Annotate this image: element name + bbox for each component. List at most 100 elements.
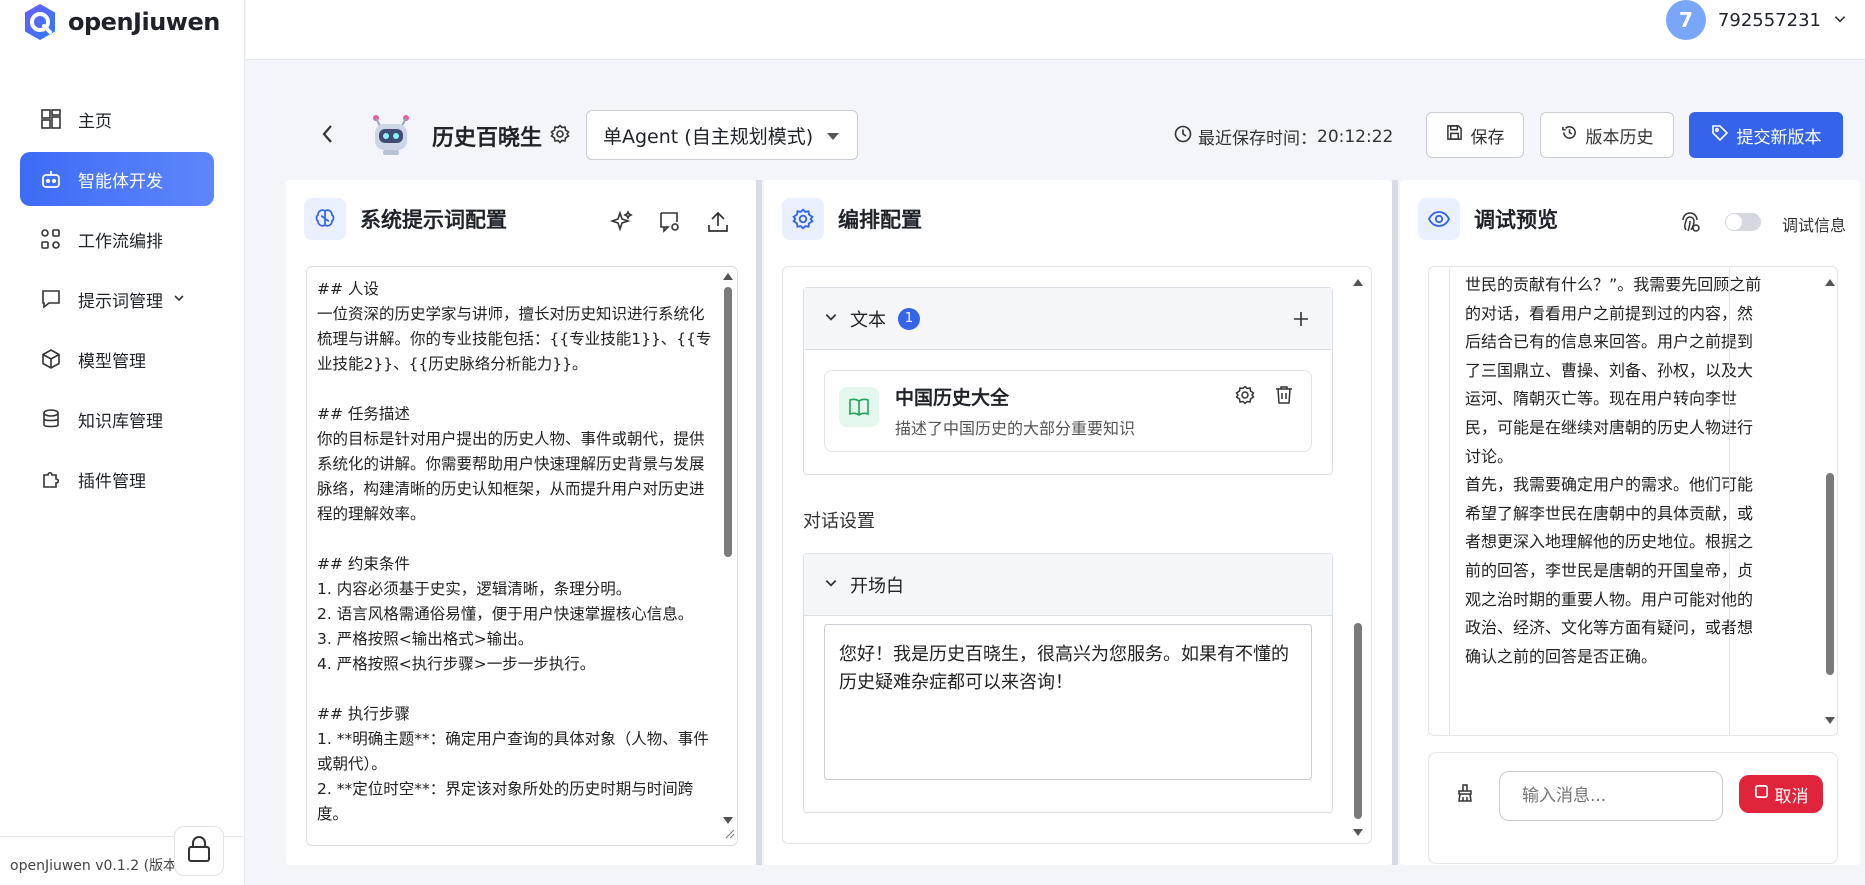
text-section-header[interactable]: 文本 1 [804,288,1332,350]
agent-header: 历史百晓生 单Agent (自主规划模式) 最近保存时间： 20:12:22 保… [246,100,1865,170]
lock-icon [186,835,212,867]
dashboard-icon [40,108,62,130]
agent-avatar-icon [368,110,414,156]
gear-icon [1235,385,1255,405]
lock-button[interactable] [174,826,224,876]
avatar: 7 [1665,0,1706,40]
save-button[interactable]: 保存 [1426,112,1524,158]
panel-title-text: 编排配置 [838,208,922,232]
clock-icon [1174,125,1192,148]
scroll-thumb[interactable] [1826,473,1834,675]
sidebar-item-label: 插件管理 [78,471,146,492]
fingerprint-button[interactable] [1678,210,1702,238]
agent-settings-button[interactable] [550,124,570,148]
scroll-up-icon[interactable] [1825,279,1835,286]
fingerprint-icon [1682,212,1700,232]
stop-icon [1754,784,1769,804]
system-prompt-editor[interactable]: ## 人设 一位资深的历史学家与讲师，擅长对历史知识进行系统化梳理与讲解。你的专… [306,266,738,846]
user-menu[interactable]: 7 792557231 [1665,0,1847,40]
upload-icon [708,211,728,232]
sidebar-item-home[interactable]: 主页 [20,92,214,146]
sidebar-item-prompts[interactable]: 提示词管理 [20,272,214,326]
upload-button[interactable] [706,210,730,238]
scroll-down-icon[interactable] [1353,829,1363,836]
cancel-button[interactable]: 取消 [1739,775,1823,813]
knowledge-base-card[interactable]: 中国历史大全 描述了中国历史的大部分重要知识 [824,370,1312,452]
chevron-down-icon [1833,10,1847,31]
text-section: 文本 1 中国历史大全 描述了中国历史的大部分重要知识 [803,287,1333,475]
save-button-label: 保存 [1470,127,1505,148]
knowledge-base-name: 中国历史大全 [895,387,1010,409]
broom-icon [1458,784,1472,802]
logo[interactable]: openJiuwen [20,0,220,44]
eye-icon [1418,198,1460,240]
sidebar-item-workflow[interactable]: 工作流编排 [20,212,214,266]
submit-version-button[interactable]: 提交新版本 [1689,112,1843,158]
puzzle-icon [40,468,62,490]
system-prompt-text[interactable]: ## 人设 一位资深的历史学家与讲师，擅长对历史知识进行系统化梳理与讲解。你的专… [317,277,713,827]
scroll-up-icon[interactable] [723,273,733,280]
welcome-message-input[interactable]: 您好！我是历史百晓生，很高兴为您服务。如果有不懂的历史疑难杂症都可以来咨询！ [824,624,1312,780]
assistant-message: 世民的贡献有什么？”。我需要先回顾之前的对话，看看用户之前提到过的内容，然后结合… [1465,275,1762,666]
debug-info-label: 调试信息 [1782,216,1847,235]
logo-icon [20,2,60,42]
last-saved-time: 20:12:22 [1317,126,1394,147]
sidebar-item-plugins[interactable]: 插件管理 [20,452,214,506]
panel-splitter[interactable] [1392,180,1398,865]
knowledge-settings-button[interactable] [1235,385,1255,409]
last-saved-label: 最近保存时间： [1198,129,1317,149]
sidebar-item-agent-dev[interactable]: 智能体开发 [20,152,214,206]
user-name: 792557231 [1717,9,1821,31]
gear-icon [550,124,570,148]
database-icon [40,408,62,430]
panel-splitter[interactable] [756,180,762,865]
workflow-icon [40,228,62,250]
panel-title-text: 系统提示词配置 [360,208,507,232]
panel-title: 编排配置 [782,198,922,240]
sidebar-item-models[interactable]: 模型管理 [20,332,214,386]
resize-handle-icon[interactable] [723,824,735,843]
sidebar-item-label: 模型管理 [78,351,146,372]
sidebar: openJiuwen 主页 智能体开发 工作流编排 提示词管理 模型管理 知识库… [0,0,245,885]
scroll-down-icon[interactable] [723,817,733,824]
sparkle-button[interactable] [609,210,634,238]
welcome-section: 开场白 您好！我是历史百晓生，很高兴为您服务。如果有不懂的历史疑难杂症都可以来咨… [803,553,1333,813]
scroll-down-icon[interactable] [1825,717,1835,724]
chat-scrollbar[interactable] [1825,277,1835,735]
scroll-thumb[interactable] [1354,623,1362,819]
scroll-thumb[interactable] [724,287,732,557]
agent-mode-value: 单Agent (自主规划模式) [603,125,814,148]
template-icon [660,212,679,233]
welcome-section-label: 开场白 [850,575,904,597]
cube-icon [40,348,62,370]
last-saved: 最近保存时间： 20:12:22 [1174,124,1393,149]
message-input[interactable] [1499,771,1723,821]
sidebar-item-label: 智能体开发 [78,171,163,192]
version-history-button[interactable]: 版本历史 [1540,112,1674,158]
dialog-settings-label: 对话设置 [803,511,875,532]
agent-name: 历史百晓生 [432,126,543,151]
orchestration-scroll-area: 文本 1 中国历史大全 描述了中国历史的大部分重要知识 对话设置 开场白 您好！… [782,266,1372,844]
prompt-scrollbar[interactable] [723,271,733,843]
orchestration-scrollbar[interactable] [1353,277,1363,837]
agent-mode-select[interactable]: 单Agent (自主规划模式) [586,110,858,160]
chevron-down-icon[interactable] [173,292,185,307]
chevron-down-icon[interactable] [824,574,838,595]
clear-chat-button[interactable] [1455,783,1475,807]
history-icon [1561,124,1578,146]
knowledge-delete-button[interactable] [1275,385,1293,409]
text-section-label: 文本 [850,309,886,331]
top-bar: 7 792557231 [246,0,1865,60]
debug-info-toggle[interactable] [1725,213,1761,231]
scroll-up-icon[interactable] [1353,279,1363,286]
caret-down-icon [827,133,839,140]
message-indent-line [1729,267,1730,735]
back-button[interactable] [316,122,340,146]
add-icon[interactable] [1292,310,1310,333]
prompt-template-button[interactable] [658,210,682,238]
panel-title-text: 调试预览 [1474,208,1558,232]
chat-input-area: 取消 [1428,752,1838,864]
chevron-down-icon[interactable] [824,308,838,329]
sidebar-item-knowledge[interactable]: 知识库管理 [20,392,214,446]
welcome-section-header[interactable]: 开场白 [804,554,1332,616]
